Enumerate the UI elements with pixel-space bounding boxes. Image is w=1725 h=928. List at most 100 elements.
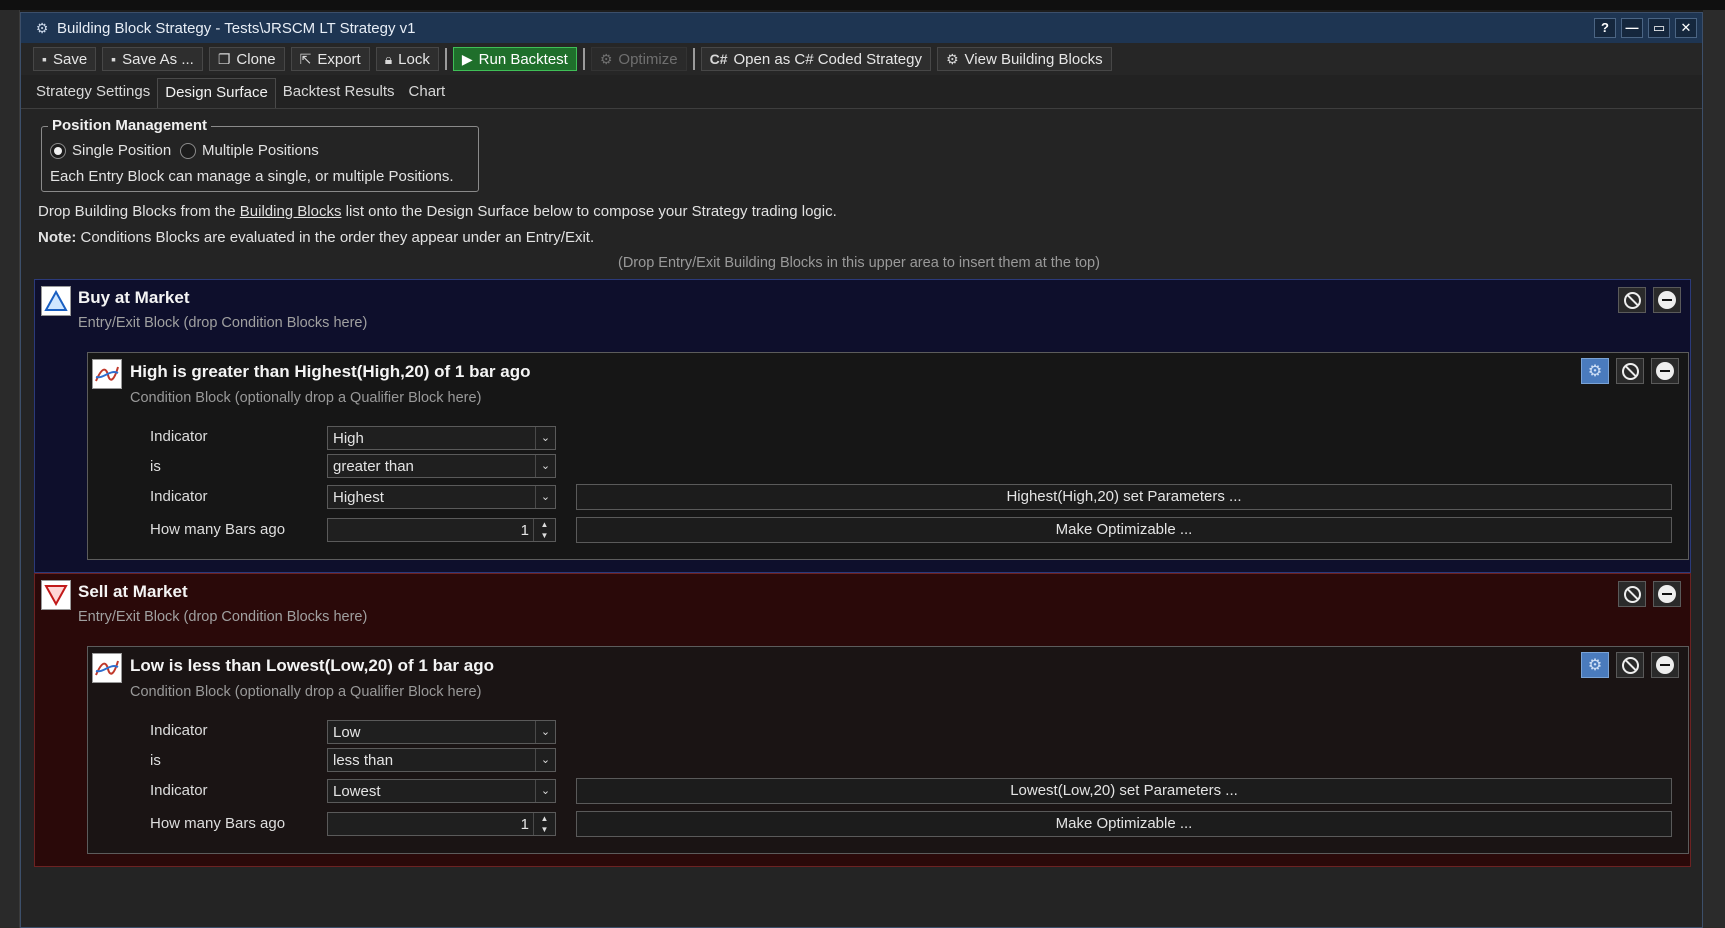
crossing-lines-icon [92, 653, 122, 683]
run-backtest-label: Run Backtest [478, 50, 568, 68]
tab-backtest-results[interactable]: Backtest Results [276, 78, 402, 108]
strategy-window: ⚙ Building Block Strategy - Tests\JRSCM … [20, 12, 1703, 928]
toolbar-separator [692, 48, 695, 70]
window-title: Building Block Strategy - Tests\JRSCM LT… [57, 19, 416, 37]
bars-ago-value: 1 [520, 816, 529, 833]
triangle-up-icon [41, 286, 71, 316]
bars-ago-stepper[interactable]: 1 ▲ ▼ [327, 518, 556, 542]
condition-title: High is greater than Highest(High,20) of… [130, 362, 531, 381]
indicator-label: Indicator [150, 488, 208, 505]
instructions-text-b: list onto the Design Surface below to co… [345, 203, 837, 220]
disable-condition-button[interactable] [1616, 652, 1644, 678]
tab-chart[interactable]: Chart [402, 78, 453, 108]
chevron-down-icon: ⌄ [535, 721, 555, 743]
indicator-value: Low [333, 724, 361, 741]
view-building-blocks-button[interactable]: ⚙ View Building Blocks [936, 47, 1112, 71]
view-blocks-label: View Building Blocks [964, 50, 1103, 68]
lock-button[interactable]: 🔒︎ Lock [375, 47, 439, 71]
indicator-dropdown[interactable]: High ⌄ [327, 426, 556, 450]
save-button[interactable]: ▪ Save [33, 47, 97, 71]
note-text: Conditions Blocks are evaluated in the o… [80, 229, 595, 246]
save-as-button[interactable]: ▪ Save As ... [102, 47, 203, 71]
export-icon: ⇱ [299, 50, 312, 67]
spinner-arrows-icon[interactable]: ▲ ▼ [533, 519, 555, 541]
gear-icon: ⚙ [1587, 657, 1603, 674]
minus-circle-icon [1656, 656, 1674, 674]
comparison-value: greater than [333, 458, 414, 475]
comparison-label: is [150, 458, 161, 475]
set-parameters-button[interactable]: Highest(High,20) set Parameters ... [576, 484, 1672, 510]
crossing-lines-icon [92, 359, 122, 389]
chevron-down-icon: ⌄ [535, 486, 555, 508]
settings-button[interactable]: ⚙ [1581, 358, 1609, 384]
drop-hint: (Drop Entry/Exit Building Blocks in this… [618, 255, 1100, 271]
indicator-value: Lowest [333, 783, 381, 800]
gears-icon: ⚙ [599, 50, 613, 67]
help-button[interactable]: ? [1594, 18, 1616, 38]
open-csharp-label: Open as C# Coded Strategy [733, 50, 922, 68]
tab-design-surface[interactable]: Design Surface [157, 78, 276, 108]
floppy-icon: ▪ [111, 51, 117, 67]
spinner-arrows-icon[interactable]: ▲ ▼ [533, 813, 555, 835]
optimize-button[interactable]: ⚙ Optimize [590, 47, 687, 71]
chevron-down-icon: ⌄ [535, 749, 555, 771]
comparison-dropdown[interactable]: less than ⌄ [327, 748, 556, 772]
set-parameters-button[interactable]: Lowest(Low,20) set Parameters ... [576, 778, 1672, 804]
minimize-button[interactable]: — [1621, 18, 1643, 38]
triangle-down-icon [41, 580, 71, 610]
tab-strategy-settings[interactable]: Strategy Settings [29, 78, 157, 108]
indicator-label: Indicator [150, 722, 208, 739]
condition-block[interactable]: High is greater than Highest(High,20) of… [87, 352, 1689, 560]
lock-icon: 🔒︎ [384, 50, 393, 67]
chevron-down-icon: ⌄ [535, 780, 555, 802]
multiple-positions-label: Multiple Positions [202, 142, 319, 159]
ban-icon [1621, 656, 1639, 674]
bars-ago-label: How many Bars ago [150, 815, 286, 832]
entry-block-title: Sell at Market [78, 582, 188, 601]
radio-dot [180, 142, 196, 159]
minus-circle-icon [1656, 362, 1674, 380]
open-csharp-button[interactable]: C# Open as C# Coded Strategy [700, 47, 931, 71]
indicator-dropdown[interactable]: Low ⌄ [327, 720, 556, 744]
building-blocks-link[interactable]: Building Blocks [240, 203, 342, 220]
sell-at-market-block[interactable]: Sell at Market Entry/Exit Block (drop Co… [34, 573, 1691, 867]
title-bar[interactable]: ⚙ Building Block Strategy - Tests\JRSCM … [21, 13, 1702, 43]
disable-block-button[interactable] [1618, 287, 1646, 313]
radio-dot [50, 142, 66, 159]
buy-at-market-block[interactable]: Buy at Market Entry/Exit Block (drop Con… [34, 279, 1691, 573]
single-position-radio[interactable]: Single Position [50, 142, 171, 159]
bars-ago-label: How many Bars ago [150, 521, 286, 538]
clone-button[interactable]: ❐ Clone [208, 47, 285, 71]
indicator-label: Indicator [150, 782, 208, 799]
position-management-legend: Position Management [48, 117, 212, 134]
condition-block[interactable]: Low is less than Lowest(Low,20) of 1 bar… [87, 646, 1689, 854]
chevron-down-icon: ⌄ [535, 427, 555, 449]
indicator-value: Highest [333, 489, 384, 506]
multiple-positions-radio[interactable]: Multiple Positions [180, 142, 319, 159]
optimize-label: Optimize [618, 50, 678, 68]
bars-ago-stepper[interactable]: 1 ▲ ▼ [327, 812, 556, 836]
export-button[interactable]: ⇱ Export [290, 47, 370, 71]
make-optimizable-button[interactable]: Make Optimizable ... [576, 517, 1672, 543]
maximize-button[interactable]: ▭ [1648, 18, 1670, 38]
run-backtest-button[interactable]: ▶ Run Backtest [452, 47, 577, 71]
condition-title: Low is less than Lowest(Low,20) of 1 bar… [130, 656, 494, 675]
remove-block-button[interactable] [1653, 581, 1681, 607]
remove-condition-button[interactable] [1651, 358, 1679, 384]
make-optimizable-button[interactable]: Make Optimizable ... [576, 811, 1672, 837]
settings-button[interactable]: ⚙ [1581, 652, 1609, 678]
comparison-label: is [150, 752, 161, 769]
comparison-dropdown[interactable]: greater than ⌄ [327, 454, 556, 478]
top-taskbar-strip [0, 0, 1725, 10]
remove-condition-button[interactable] [1651, 652, 1679, 678]
remove-block-button[interactable] [1653, 287, 1681, 313]
floppy-icon: ▪ [42, 51, 47, 67]
ban-icon [1623, 291, 1641, 309]
chevron-down-icon: ⌄ [535, 455, 555, 477]
close-button[interactable]: ✕ [1675, 18, 1697, 38]
indicator-dropdown[interactable]: Highest ⌄ [327, 485, 556, 509]
indicator-label: Indicator [150, 428, 208, 445]
disable-condition-button[interactable] [1616, 358, 1644, 384]
indicator-dropdown[interactable]: Lowest ⌄ [327, 779, 556, 803]
disable-block-button[interactable] [1618, 581, 1646, 607]
